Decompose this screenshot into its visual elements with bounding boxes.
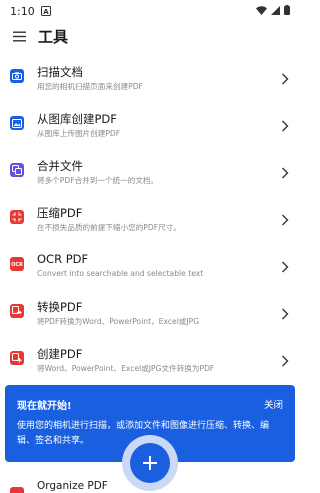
tool-item-convert[interactable]: 转换PDF 将PDF转换为Word、PowerPoint，Excel或JPG xyxy=(0,292,300,339)
tool-subtitle: 将PDF转换为Word、PowerPoint，Excel或JPG xyxy=(37,317,200,326)
convert-icon xyxy=(10,304,24,318)
tool-subtitle: Convert into searchable and selectable t… xyxy=(37,269,204,278)
tool-subtitle: 在不损失品质的前提下缩小您的PDF尺寸。 xyxy=(37,223,181,232)
chevron-right-icon xyxy=(282,167,289,179)
compress-icon xyxy=(10,210,24,224)
chevron-right-icon xyxy=(282,308,289,320)
status-bar: 1:10 A xyxy=(0,0,300,22)
tool-title: 扫描文档 xyxy=(37,65,83,79)
svg-text:OCR: OCR xyxy=(11,262,23,268)
tool-title: 转换PDF xyxy=(37,300,83,314)
app-bar: 工具 xyxy=(0,22,300,50)
tool-item-merge[interactable]: 合并文件 将多个PDF合并到一个统一的文档。 xyxy=(0,151,300,198)
tool-title: OCR PDF xyxy=(37,252,89,266)
image-icon xyxy=(10,116,24,130)
wifi-icon xyxy=(256,5,267,18)
create-pdf-icon xyxy=(10,351,24,365)
signal-icon xyxy=(271,5,280,18)
battery-icon xyxy=(284,4,290,18)
tool-item-compress[interactable]: 压缩PDF 在不损失品质的前提下缩小您的PDF尺寸。 xyxy=(0,198,300,245)
tool-subtitle: 将多个PDF合并到一个统一的文档。 xyxy=(37,176,159,185)
chevron-right-icon xyxy=(282,261,289,273)
tool-subtitle: 从图库上传图片创建PDF xyxy=(37,129,121,138)
tool-item-create[interactable]: 创建PDF 将Word、PowerPoint、Excel或JPG文件转换为PDF xyxy=(0,339,300,386)
add-fab-button[interactable] xyxy=(122,435,178,491)
merge-icon xyxy=(10,163,24,177)
tool-item-scan[interactable]: 扫描文档 用您的相机扫描页面来创建PDF xyxy=(0,57,300,104)
tool-item-gallery[interactable]: 从图库创建PDF 从图库上传图片创建PDF xyxy=(0,104,300,151)
tool-title: 创建PDF xyxy=(37,347,83,361)
chevron-right-icon xyxy=(282,214,289,226)
svg-text:A: A xyxy=(43,8,49,16)
tool-title: 合并文件 xyxy=(37,159,83,173)
banner-title: 现在就开始! xyxy=(17,401,72,412)
status-time: 1:10 xyxy=(10,4,35,18)
tool-list: 扫描文档 用您的相机扫描页面来创建PDF 从图库创建PDF 从图库上传图片创建P… xyxy=(0,57,300,386)
a-notification-icon: A xyxy=(40,6,51,16)
hamburger-menu-icon[interactable] xyxy=(11,28,27,44)
page-title: 工具 xyxy=(38,28,69,46)
tool-title: 从图库创建PDF xyxy=(37,112,117,126)
tool-title: 压缩PDF xyxy=(37,206,83,220)
tool-item-ocr[interactable]: OCR OCR PDF Convert into searchable and … xyxy=(0,245,300,292)
ocr-icon: OCR xyxy=(10,257,24,271)
chevron-right-icon xyxy=(282,120,289,132)
chevron-right-icon xyxy=(282,355,289,367)
tool-subtitle: 将Word、PowerPoint、Excel或JPG文件转换为PDF xyxy=(37,364,215,373)
fab-inner xyxy=(130,443,170,483)
chevron-right-icon xyxy=(282,73,289,85)
tool-subtitle: 用您的相机扫描页面来创建PDF xyxy=(37,82,143,91)
tool-title: Organize PDF xyxy=(37,480,108,492)
banner-close-button[interactable]: 关闭 xyxy=(264,397,283,411)
plus-icon xyxy=(143,456,157,470)
organize-icon xyxy=(10,487,24,493)
camera-icon xyxy=(10,69,24,83)
